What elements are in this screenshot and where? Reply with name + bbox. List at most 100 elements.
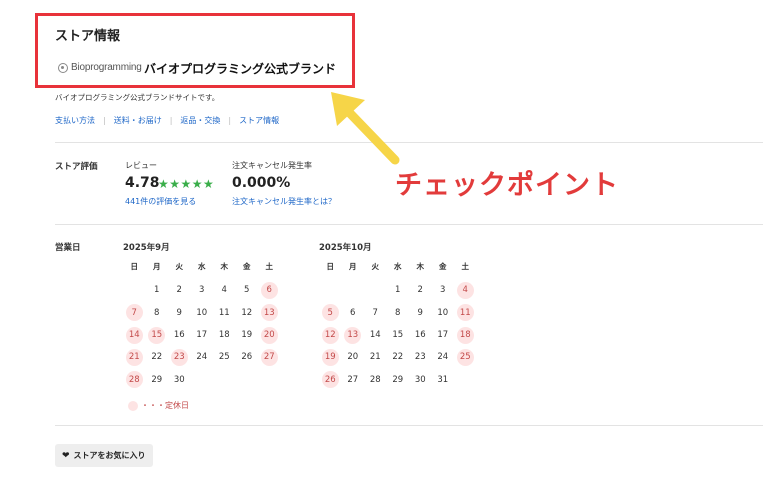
calendar-day: 3 — [440, 285, 446, 296]
calendar-day: 27 — [347, 374, 359, 385]
weekday-header: 日 — [130, 261, 139, 271]
calendar-day: 19 — [241, 330, 253, 341]
calendar-day: 21 — [369, 352, 381, 363]
calendar-day: 10 — [196, 307, 208, 318]
cancel-rate: 0.000% — [232, 175, 291, 191]
calendar-day: 22 — [392, 352, 404, 363]
calendar-day-holiday: 6 — [258, 279, 281, 301]
calendar-day-holiday: 5 — [319, 302, 342, 324]
weekday-header: 水 — [198, 261, 206, 271]
store-logo[interactable]: Bioprogramming — [58, 62, 142, 73]
divider: | — [103, 116, 106, 125]
calendar-day: 9 — [176, 307, 182, 318]
weekday-header: 土 — [265, 261, 274, 271]
divider: | — [169, 116, 173, 125]
calendar-day: 16 — [173, 330, 185, 341]
divider — [55, 425, 763, 426]
holiday-legend: ・・・定休日 — [128, 400, 189, 411]
calendar-day: 30 — [173, 374, 185, 385]
calendar-day: 12 — [241, 307, 253, 318]
calendar-day: 18 — [218, 330, 230, 341]
calendar-day: 16 — [414, 330, 426, 341]
calendar-day: 10 — [437, 307, 449, 318]
calendar-day-holiday: 7 — [123, 302, 146, 324]
weekday-header: 日 — [326, 261, 335, 271]
calendar-day-holiday: 25 — [454, 346, 477, 368]
calendar-day: 14 — [369, 330, 381, 341]
divider — [55, 224, 763, 225]
calendar-day-holiday: 26 — [319, 368, 342, 390]
calendar-day-holiday: 21 — [123, 346, 146, 368]
logo-text: Bioprogramming — [71, 62, 142, 73]
calendar-day: 2 — [417, 285, 423, 296]
calendar-day: 6 — [350, 307, 356, 318]
link-shipping[interactable]: 送料・お届け — [114, 115, 162, 126]
calendar-day-holiday: 15 — [146, 324, 169, 346]
calendar-day: 29 — [151, 374, 163, 385]
weekday-header: 土 — [461, 261, 470, 271]
calendar-day: 9 — [417, 307, 423, 318]
calendar-day: 26 — [241, 352, 253, 363]
divider — [55, 142, 763, 143]
calendar-day-holiday: 27 — [258, 346, 281, 368]
review-link[interactable]: 441件の評価を見る — [125, 196, 196, 207]
calendar-day-holiday: 28 — [123, 368, 146, 390]
calendar-blank — [319, 279, 342, 301]
link-returns[interactable]: 返品・交換 — [180, 115, 220, 126]
review-heading: レビュー — [125, 161, 157, 170]
business-days-label: 営業日 — [55, 243, 81, 253]
weekday-header: 火 — [175, 261, 184, 271]
weekday-header: 木 — [220, 261, 229, 271]
legend-text: ・・・定休日 — [141, 401, 189, 410]
calendar-day: 25 — [218, 352, 230, 363]
calendar-day: 23 — [414, 352, 426, 363]
calendar-day-holiday: 23 — [168, 346, 191, 368]
calendar-day: 5 — [244, 285, 250, 296]
store-links: 支払い方法 | 送料・お届け | 返品・交換 | ストア情報 — [55, 115, 279, 126]
calendar-grid: 日月火水木金土 1 2 3 4 5 6 7 8 9 10 11 12 13 14 15 16 17 18 19 20 21… — [319, 257, 479, 391]
favorite-store-button[interactable]: ❤ ストアをお気に入り — [55, 444, 153, 467]
calendar-day: 3 — [199, 285, 205, 296]
weekday-header: 金 — [439, 261, 447, 271]
rating-label: ストア評価 — [55, 162, 98, 172]
calendar-day: 11 — [218, 307, 230, 318]
calendar-day: 22 — [151, 352, 163, 363]
cancel-heading: 注文キャンセル発生率 — [232, 161, 312, 170]
weekday-header: 月 — [349, 261, 357, 271]
weekday-header: 木 — [416, 261, 425, 271]
divider: | — [228, 116, 232, 125]
calendar-day: 17 — [196, 330, 208, 341]
annotation-arrow-icon — [331, 92, 400, 165]
calendar-day: 2 — [176, 285, 182, 296]
cancel-rate-link[interactable]: 注文キャンセル発生率とは？ — [232, 196, 336, 207]
calendar-day: 8 — [395, 307, 401, 318]
calendar-title: 2025年10月 — [319, 243, 372, 253]
calendar-day-holiday: 18 — [454, 324, 477, 346]
calendar-day: 1 — [154, 285, 160, 296]
favorite-button-label: ストアをお気に入り — [73, 451, 146, 460]
weekday-header: 火 — [371, 261, 380, 271]
calendar-day: 15 — [392, 330, 404, 341]
calendar-day: 20 — [347, 352, 359, 363]
calendar-month: 2025年9月 日月火水木金土 1 2 3 4 5 6 7 8 9 10 11 12 13 14 15 16 17… — [123, 241, 283, 391]
calendar-blank — [342, 279, 365, 301]
weekday-header: 月 — [153, 261, 161, 271]
calendar-day-holiday: 12 — [319, 324, 342, 346]
holiday-dot-icon — [128, 400, 138, 411]
star-rating-icon: ★★★★★ — [158, 177, 215, 191]
logo-icon — [58, 62, 68, 73]
calendar-blank — [123, 279, 146, 301]
calendar-day: 4 — [221, 285, 227, 296]
calendar-day: 7 — [372, 307, 378, 318]
calendar-day: 30 — [414, 374, 426, 385]
calendar-day: 8 — [154, 307, 160, 318]
heart-icon: ❤ — [62, 450, 70, 461]
calendar-day-holiday: 19 — [319, 346, 342, 368]
link-payment[interactable]: 支払い方法 — [55, 115, 95, 126]
link-store-info[interactable]: ストア情報 — [239, 115, 279, 126]
brand-name: バイオプログラミング公式ブランド — [144, 62, 337, 76]
calendar-day-holiday: 13 — [258, 302, 281, 324]
calendar-month: 2025年10月 日月火水木金土 1 2 3 4 5 6 7 8 9 10 11 12 13 14 15 16 1… — [319, 241, 479, 391]
weekday-header: 水 — [394, 261, 402, 271]
calendar-day-holiday: 20 — [258, 324, 281, 346]
